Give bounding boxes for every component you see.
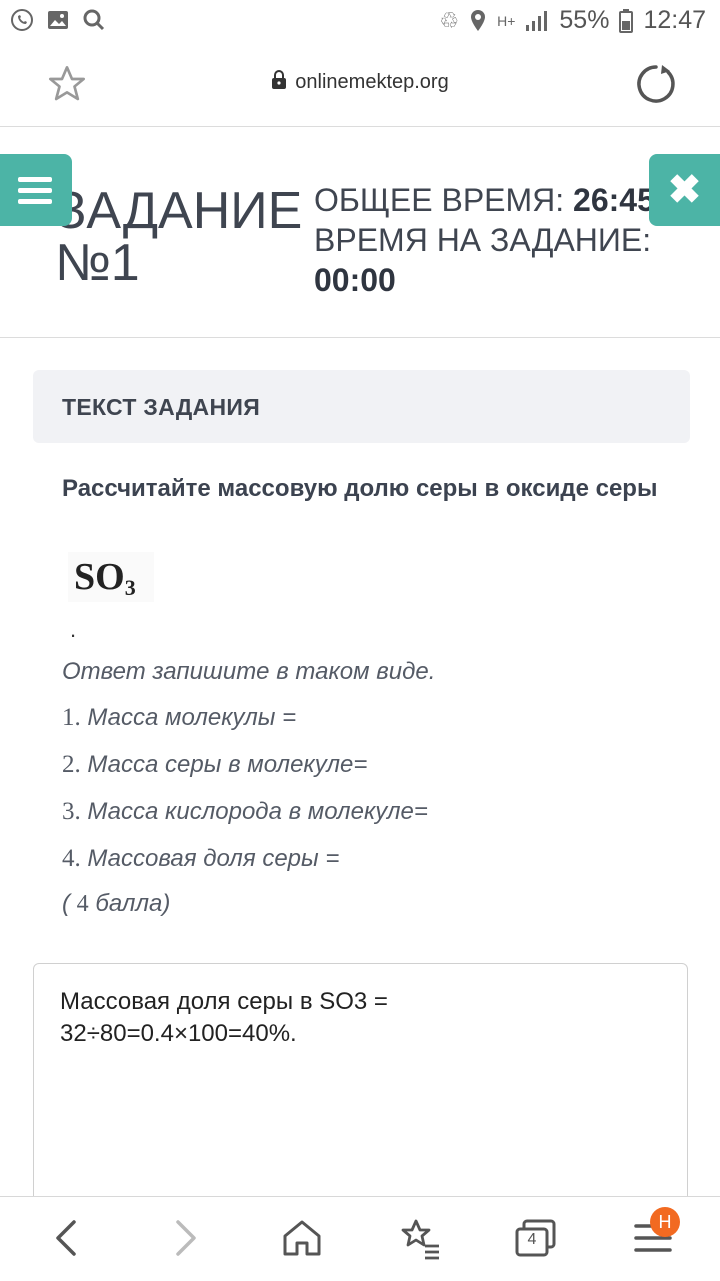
- total-time: ОБЩЕЕ ВРЕМЯ: 26:45: [314, 180, 655, 220]
- list-item: 3. Масса кислорода в молекуле=: [62, 798, 428, 845]
- task-time-value: 00:00: [314, 262, 396, 298]
- star-list-icon: [401, 1219, 439, 1260]
- menu-button[interactable]: [0, 154, 72, 226]
- answer-textarea[interactable]: Массовая доля серы в SO3 = 32÷80=0.4×100…: [33, 963, 688, 1223]
- formula-subscript: 3: [124, 575, 136, 600]
- reload-button[interactable]: [634, 62, 678, 106]
- task-label: ЗАДАНИЕ: [55, 182, 303, 240]
- task-section-title: ТЕКСТ ЗАДАНИЯ: [62, 394, 261, 420]
- home-button[interactable]: [277, 1213, 327, 1263]
- points-number: 4: [76, 891, 89, 917]
- bookmarks-button[interactable]: [395, 1213, 445, 1263]
- back-button[interactable]: [42, 1213, 92, 1263]
- item-text: Массовая доля серы =: [87, 845, 340, 872]
- battery-percent: 55%: [559, 6, 610, 34]
- browser-url-bar: onlinemektep.org: [0, 42, 720, 127]
- chevron-right-icon: [176, 1220, 196, 1256]
- list-item: 2. Масса серы в молекуле=: [62, 751, 428, 798]
- formula-base: SO: [74, 556, 125, 598]
- item-number: 1.: [62, 704, 81, 731]
- location-icon: [471, 9, 486, 31]
- timers: ОБЩЕЕ ВРЕМЯ: 26:45 ВРЕМЯ НА ЗАДАНИЕ: 00:…: [314, 180, 655, 300]
- home-icon: [283, 1220, 321, 1256]
- tabs-button[interactable]: 4: [512, 1213, 562, 1263]
- points-text: ( 4 балла): [62, 890, 170, 918]
- instruction-text: Ответ запишите в таком виде.: [62, 658, 436, 685]
- lock-icon: [272, 70, 287, 89]
- task-number: №1: [55, 234, 140, 292]
- close-icon: ✖: [667, 168, 702, 212]
- recycle-icon: ♲: [439, 7, 460, 33]
- chevron-left-icon: [56, 1220, 76, 1256]
- points-label: балла): [88, 890, 171, 917]
- item-text: Масса кислорода в молекуле=: [87, 798, 428, 825]
- task-header: ЗАДАНИЕ №1 ОБЩЕЕ ВРЕМЯ: 26:45 ВРЕМЯ НА З…: [0, 127, 720, 338]
- total-time-label: ОБЩЕЕ ВРЕМЯ:: [314, 182, 565, 218]
- network-type: H+: [497, 12, 516, 29]
- clock: 12:47: [643, 6, 706, 34]
- item-text: Масса молекулы =: [87, 704, 297, 731]
- tabs-count: 4: [527, 1231, 537, 1248]
- total-time-value: 26:45: [573, 182, 655, 218]
- status-right: ♲ H+ 55% 12:47: [439, 6, 706, 35]
- list-item: 4. Массовая доля серы =: [62, 845, 428, 892]
- hamburger-icon: [18, 177, 52, 182]
- answer-format-list: 1. Масса молекулы = 2. Масса серы в моле…: [62, 704, 428, 892]
- question-text: Рассчитайте массовую долю серы в оксиде …: [62, 475, 658, 502]
- status-left-icons: [10, 8, 106, 32]
- item-number: 3.: [62, 798, 81, 825]
- task-section-header: ТЕКСТ ЗАДАНИЯ: [33, 370, 690, 443]
- address-field[interactable]: onlinemektep.org: [0, 70, 720, 94]
- hamburger-line: [18, 199, 52, 204]
- url-text: onlinemektep.org: [295, 71, 449, 93]
- notification-badge: H: [650, 1207, 680, 1237]
- battery-icon: [619, 8, 634, 33]
- whatsapp-icon: [11, 9, 33, 31]
- reload-icon: [637, 65, 675, 103]
- browser-bottom-nav: 4: [0, 1196, 720, 1281]
- item-text: Масса серы в молекуле=: [87, 751, 368, 778]
- list-item: 1. Масса молекулы =: [62, 704, 428, 751]
- item-number: 2.: [62, 751, 81, 778]
- status-bar: ♲ H+ 55% 12:47: [0, 0, 720, 42]
- task-time-label: ВРЕМЯ НА ЗАДАНИЕ:: [314, 222, 652, 258]
- close-button[interactable]: ✖: [649, 154, 720, 226]
- image-icon: [48, 11, 68, 29]
- task-title: ЗАДАНИЕ №1: [55, 185, 302, 289]
- search-icon: [83, 9, 105, 31]
- hamburger-line: [18, 188, 52, 193]
- forward-button[interactable]: [160, 1213, 210, 1263]
- signal-icon: [526, 10, 548, 31]
- item-number: 4.: [62, 845, 81, 872]
- dot: .: [70, 617, 77, 642]
- points-open: (: [62, 890, 77, 917]
- formula-image: SO3: [68, 552, 154, 602]
